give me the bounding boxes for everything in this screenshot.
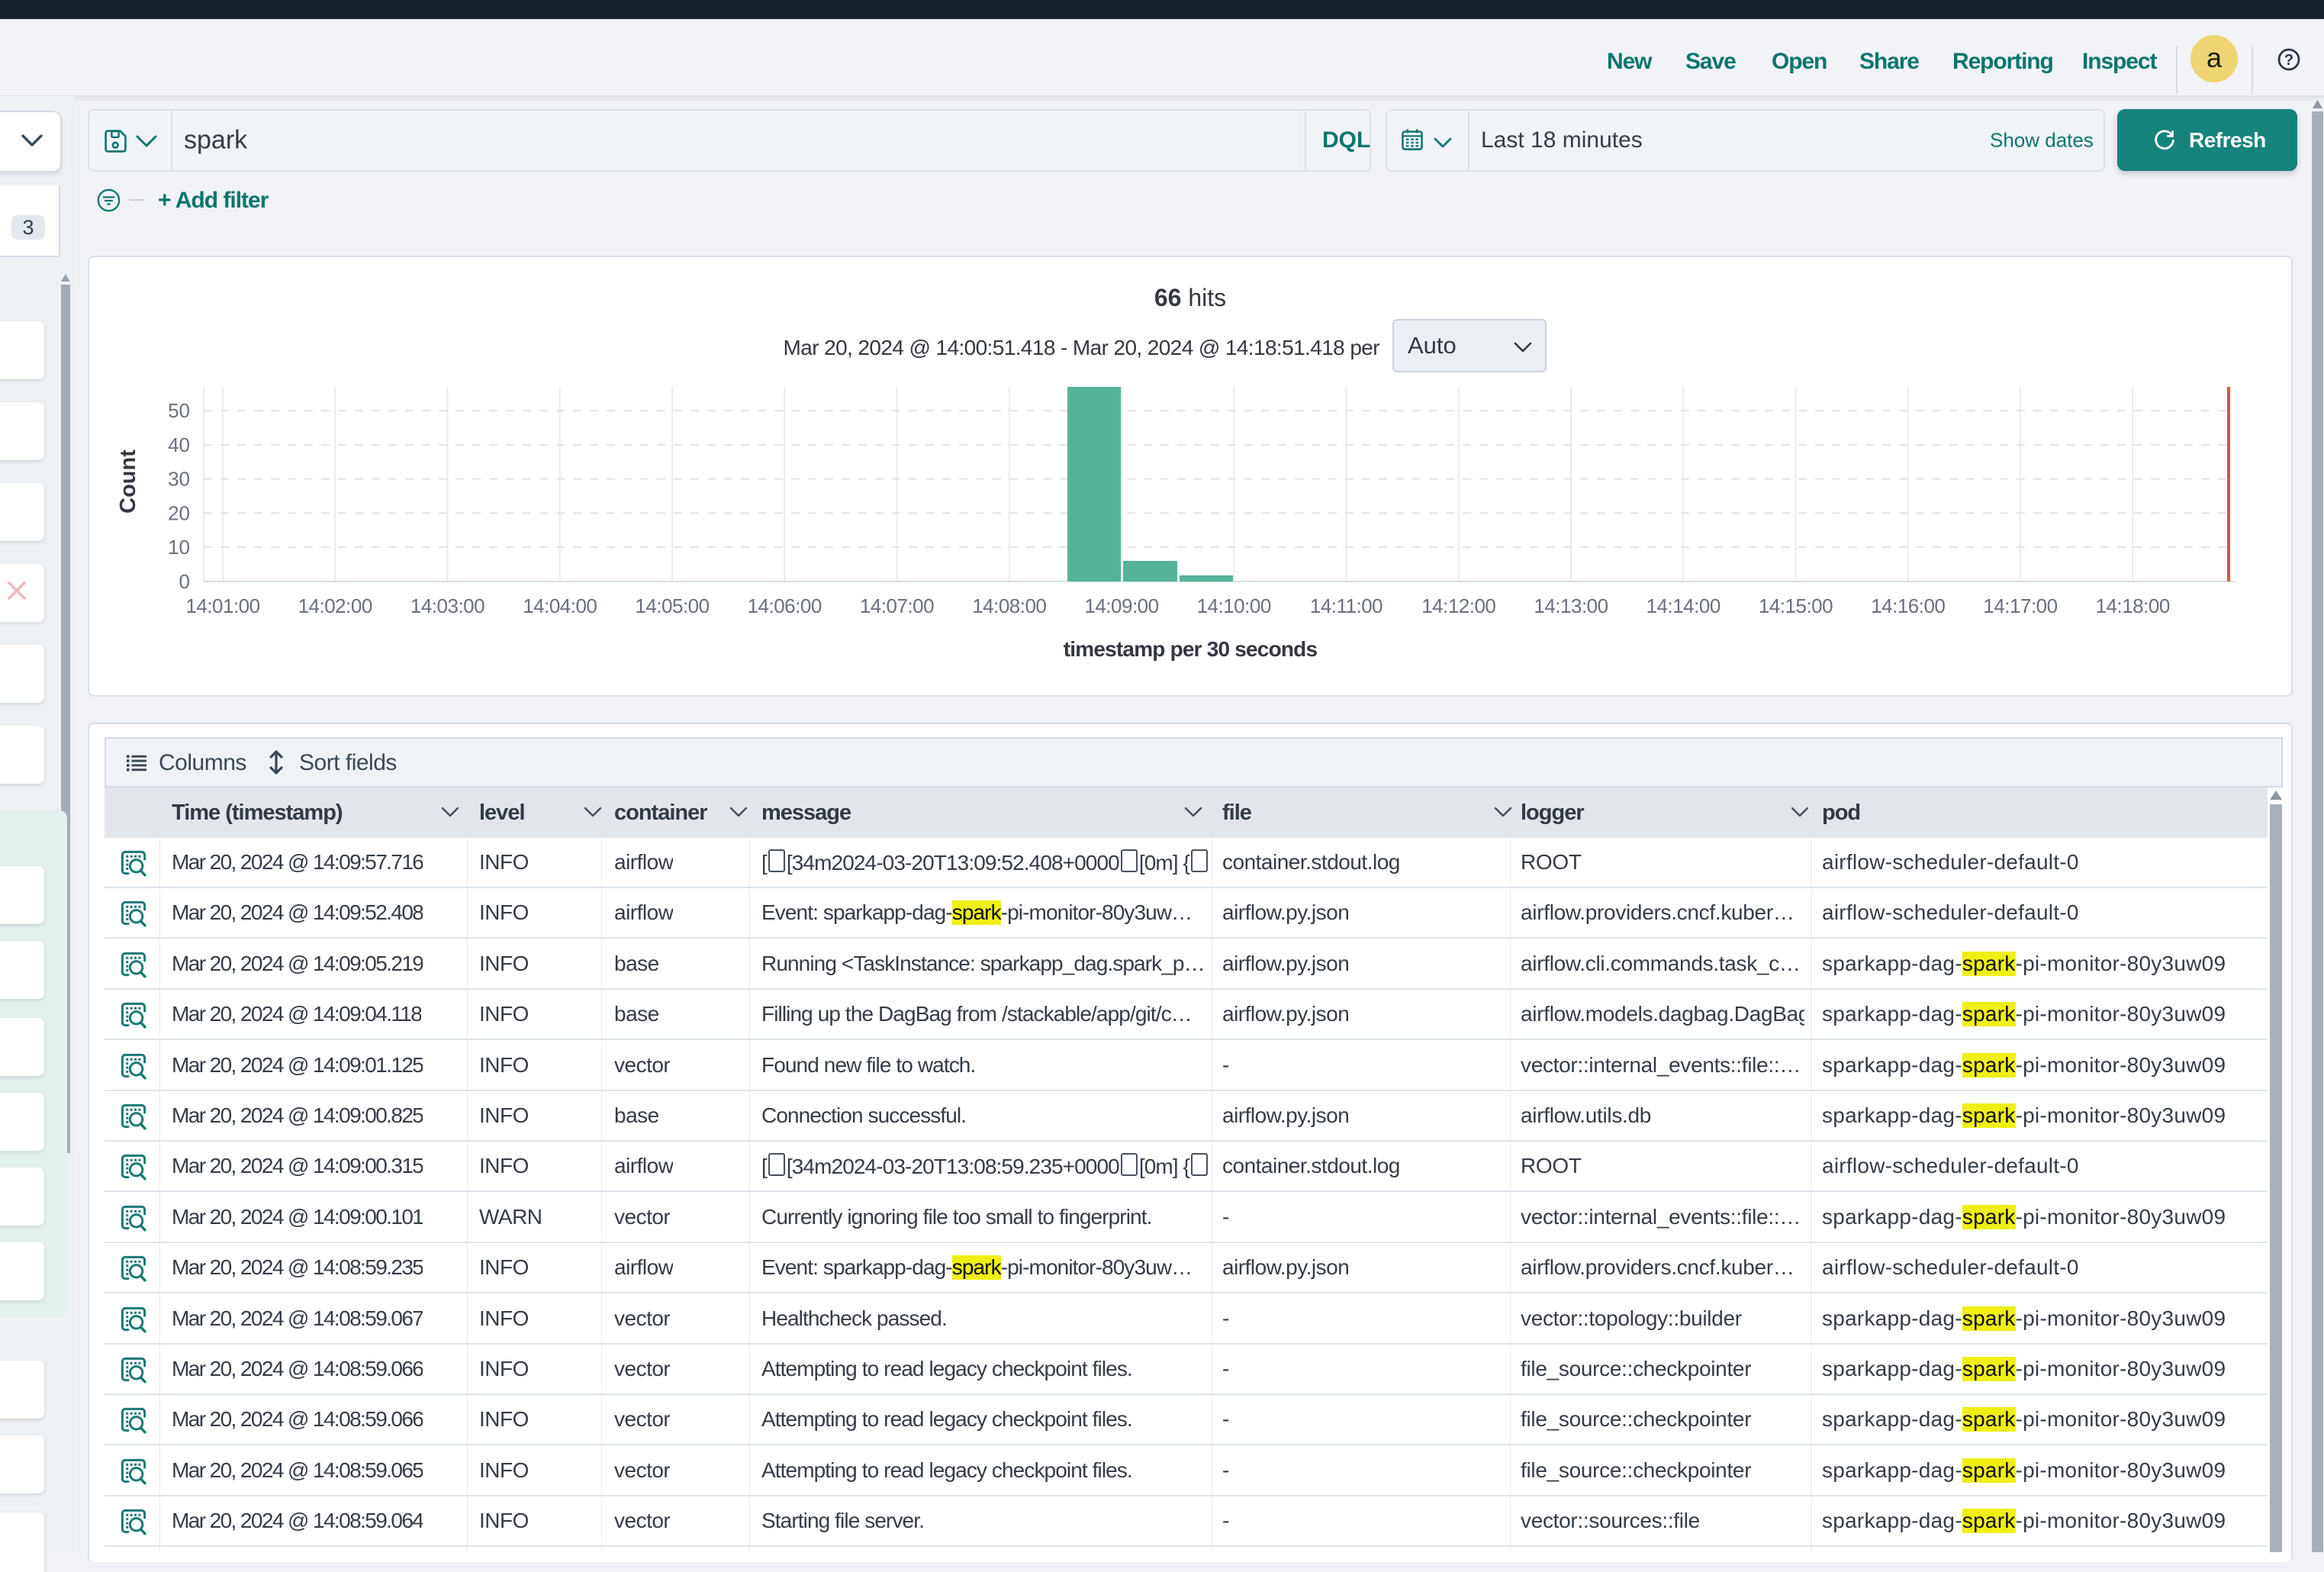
svg-text:0: 0 <box>179 570 190 593</box>
svg-text:10: 10 <box>168 536 190 559</box>
svg-text:14:11:00: 14:11:00 <box>1310 594 1382 617</box>
svg-text:14:08:00: 14:08:00 <box>972 594 1046 617</box>
svg-text:30: 30 <box>168 468 190 491</box>
svg-text:14:01:00: 14:01:00 <box>185 594 259 617</box>
svg-text:14:15:00: 14:15:00 <box>1759 594 1833 617</box>
svg-text:14:06:00: 14:06:00 <box>748 594 822 617</box>
svg-text:14:17:00: 14:17:00 <box>1983 594 2057 617</box>
svg-text:40: 40 <box>168 433 190 456</box>
svg-text:20: 20 <box>168 501 190 524</box>
svg-text:14:13:00: 14:13:00 <box>1534 594 1608 617</box>
svg-text:14:03:00: 14:03:00 <box>410 594 484 617</box>
svg-text:14:16:00: 14:16:00 <box>1871 594 1945 617</box>
svg-text:?: ? <box>2284 52 2293 69</box>
svg-text:14:04:00: 14:04:00 <box>523 594 597 617</box>
svg-text:14:02:00: 14:02:00 <box>298 594 372 617</box>
svg-text:14:10:00: 14:10:00 <box>1197 594 1271 617</box>
svg-text:14:07:00: 14:07:00 <box>860 594 934 617</box>
svg-text:14:09:00: 14:09:00 <box>1084 594 1158 617</box>
svg-text:timestamp per 30 seconds: timestamp per 30 seconds <box>1064 637 1318 661</box>
svg-text:14:14:00: 14:14:00 <box>1646 594 1720 617</box>
svg-text:Count: Count <box>116 449 140 514</box>
svg-text:14:05:00: 14:05:00 <box>635 594 709 617</box>
svg-text:14:12:00: 14:12:00 <box>1421 594 1495 617</box>
svg-text:50: 50 <box>168 399 190 422</box>
svg-text:14:18:00: 14:18:00 <box>2096 594 2170 617</box>
